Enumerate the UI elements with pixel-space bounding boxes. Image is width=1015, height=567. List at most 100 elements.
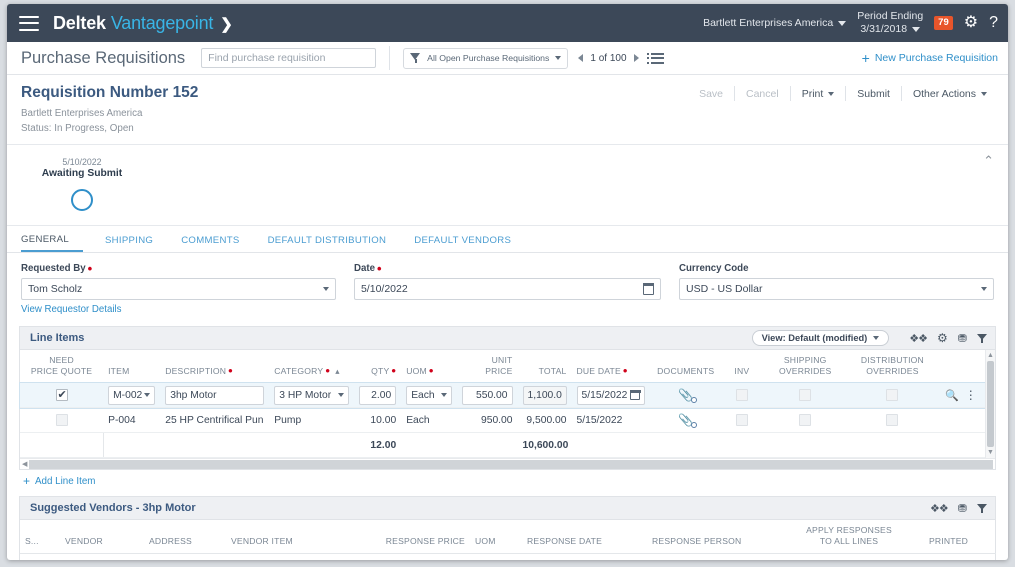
cell-item[interactable]: M-002 xyxy=(103,383,160,408)
column-shipping-overrides[interactable]: SHIPPINGOVERRIDES xyxy=(763,350,848,383)
unit-price-input[interactable]: 550.00 xyxy=(462,386,512,405)
other-actions-button[interactable]: Other Actions xyxy=(902,88,998,100)
cell-response-date[interactable] xyxy=(522,553,647,560)
column-uom[interactable]: UOM xyxy=(470,520,522,553)
column-uom[interactable]: UOM• xyxy=(401,350,457,383)
brand-chevron-icon[interactable]: ❯ xyxy=(220,15,232,33)
next-record-icon[interactable] xyxy=(634,54,639,62)
item-dropdown[interactable]: M-002 xyxy=(108,386,155,405)
date-input[interactable]: 5/10/2022 xyxy=(354,278,661,300)
column-category[interactable]: CATEGORY• ▴ xyxy=(269,350,354,383)
column-unit-price[interactable]: UNITPRICE xyxy=(457,350,517,383)
save-button[interactable]: Save xyxy=(688,88,734,100)
tab-general[interactable]: GENERAL xyxy=(21,234,83,252)
cell-uom[interactable]: Each xyxy=(401,408,457,433)
cell-item[interactable]: P-004 xyxy=(103,408,160,433)
description-input[interactable]: 3hp Motor xyxy=(165,386,264,405)
cell-select[interactable] xyxy=(20,553,60,560)
cell-uom[interactable]: Each xyxy=(470,553,522,560)
chevron-up-icon[interactable]: ⌃ xyxy=(983,154,994,167)
calendar-icon[interactable] xyxy=(643,284,654,295)
cell-documents[interactable]: 📎 xyxy=(650,383,721,408)
requested-by-dropdown[interactable]: Tom Scholz xyxy=(21,278,336,300)
cell-due-date[interactable]: 5/15/2022 xyxy=(572,408,651,433)
line-items-horizontal-scrollbar[interactable]: ◀ xyxy=(20,458,995,469)
search-icon[interactable]: 🔍 xyxy=(945,390,959,402)
table-row[interactable]: Atlantic Recon <Default> 0.00 Each xyxy=(20,553,996,560)
scroll-up-icon[interactable]: ▲ xyxy=(987,352,994,359)
cell-vendor-item[interactable] xyxy=(226,553,374,560)
list-view-icon[interactable] xyxy=(651,53,664,64)
calendar-icon[interactable] xyxy=(630,390,640,400)
filter-icon[interactable] xyxy=(977,504,987,513)
brand-logo[interactable]: Deltek Vantagepoint ❯ xyxy=(53,13,233,34)
need-price-quote-checkbox[interactable] xyxy=(56,389,68,401)
currency-code-dropdown[interactable]: USD - US Dollar xyxy=(679,278,994,300)
attachment-icon[interactable]: 📎 xyxy=(678,413,693,427)
alert-count-badge[interactable]: 79 xyxy=(934,16,953,30)
gear-icon[interactable]: ⚙ xyxy=(937,331,948,345)
workflow-step-awaiting-submit[interactable]: 5/10/2022 Awaiting Submit xyxy=(17,157,147,211)
scroll-down-icon[interactable]: ▼ xyxy=(987,449,994,456)
cell-category[interactable]: 3 HP Motor xyxy=(269,383,354,408)
search-input[interactable] xyxy=(201,48,376,68)
column-response-date[interactable]: RESPONSE DATE xyxy=(522,520,647,553)
submit-button[interactable]: Submit xyxy=(846,88,901,100)
cell-response-price[interactable]: 0.00 xyxy=(374,553,470,560)
scroll-left-icon[interactable]: ◀ xyxy=(20,461,29,468)
column-item[interactable]: ITEM xyxy=(103,350,160,383)
table-row[interactable]: M-002 3hp Motor xyxy=(20,383,985,408)
qty-input[interactable]: 2.00 xyxy=(359,386,396,405)
expand-icon[interactable]: ❖❖ xyxy=(909,332,927,345)
cell-qty[interactable]: 10.00 xyxy=(354,408,401,433)
column-vendor-item[interactable]: VENDOR ITEM xyxy=(226,520,374,553)
cell-need-price-quote[interactable] xyxy=(20,408,103,433)
saved-search-filter-dropdown[interactable]: All Open Purchase Requisitions xyxy=(403,48,568,69)
column-distribution-overrides[interactable]: DISTRIBUTIONOVERRIDES xyxy=(848,350,937,383)
column-address[interactable]: ADDRESS xyxy=(144,520,226,553)
filter-icon[interactable] xyxy=(977,334,987,343)
column-need-price-quote[interactable]: NEEDPRICE QUOTE xyxy=(20,350,103,383)
cell-need-price-quote[interactable] xyxy=(20,383,103,408)
period-ending-selector[interactable]: Period Ending 3/31/2018 xyxy=(857,10,923,36)
cell-description[interactable]: 3hp Motor xyxy=(160,383,269,408)
column-response-price[interactable]: RESPONSE PRICE xyxy=(374,520,470,553)
cell-due-date[interactable]: 5/15/2022 xyxy=(572,383,651,408)
previous-record-icon[interactable] xyxy=(578,54,583,62)
new-purchase-requisition-button[interactable]: + New Purchase Requisition xyxy=(862,51,998,65)
column-total[interactable]: TOTAL xyxy=(518,350,572,383)
cell-address[interactable]: <Default> xyxy=(144,553,226,560)
column-documents[interactable]: DOCUMENTS xyxy=(650,350,721,383)
cell-documents[interactable]: 📎 xyxy=(650,408,721,433)
gear-icon[interactable]: ⚙ xyxy=(964,15,978,31)
category-dropdown[interactable]: 3 HP Motor xyxy=(274,386,349,405)
cell-uom[interactable]: Each xyxy=(401,383,457,408)
scrollbar-thumb[interactable] xyxy=(987,361,994,447)
tab-comments[interactable]: COMMENTS xyxy=(167,235,253,252)
view-requestor-details-link[interactable]: View Requestor Details xyxy=(21,304,336,315)
line-items-vertical-scrollbar[interactable]: ▲ ▼ xyxy=(985,350,995,458)
uom-dropdown[interactable]: Each xyxy=(406,386,452,405)
cell-description[interactable]: 25 HP Centrifical Pun xyxy=(160,408,269,433)
tab-shipping[interactable]: SHIPPING xyxy=(91,235,167,252)
tab-default-vendors[interactable]: DEFAULT VENDORS xyxy=(400,235,525,252)
tab-default-distribution[interactable]: DEFAULT DISTRIBUTION xyxy=(254,235,401,252)
cell-category[interactable]: Pump xyxy=(269,408,354,433)
company-selector[interactable]: Bartlett Enterprises America xyxy=(703,17,846,29)
cell-qty[interactable]: 2.00 xyxy=(354,383,401,408)
download-icon[interactable]: ⛃ xyxy=(958,332,967,345)
column-inv[interactable]: INV xyxy=(721,350,763,383)
row-menu-icon[interactable]: ⋮ xyxy=(965,388,977,402)
cell-vendor[interactable]: Atlantic Recon xyxy=(60,553,144,560)
due-date-input[interactable]: 5/15/2022 xyxy=(577,386,646,405)
column-select[interactable]: S... xyxy=(20,520,60,553)
cell-unit-price[interactable]: 550.00 xyxy=(457,383,517,408)
column-apply-responses-to-all-lines[interactable]: APPLY RESPONSESTO ALL LINES xyxy=(797,520,901,553)
hamburger-menu-icon[interactable] xyxy=(19,16,39,31)
download-icon[interactable]: ⛃ xyxy=(958,502,967,515)
print-button[interactable]: Print xyxy=(791,88,846,100)
column-printed[interactable]: PRINTED xyxy=(901,520,996,553)
expand-icon[interactable]: ❖❖ xyxy=(930,502,948,515)
line-items-view-selector[interactable]: View: Default (modified) xyxy=(752,330,890,346)
cancel-button[interactable]: Cancel xyxy=(735,88,790,100)
